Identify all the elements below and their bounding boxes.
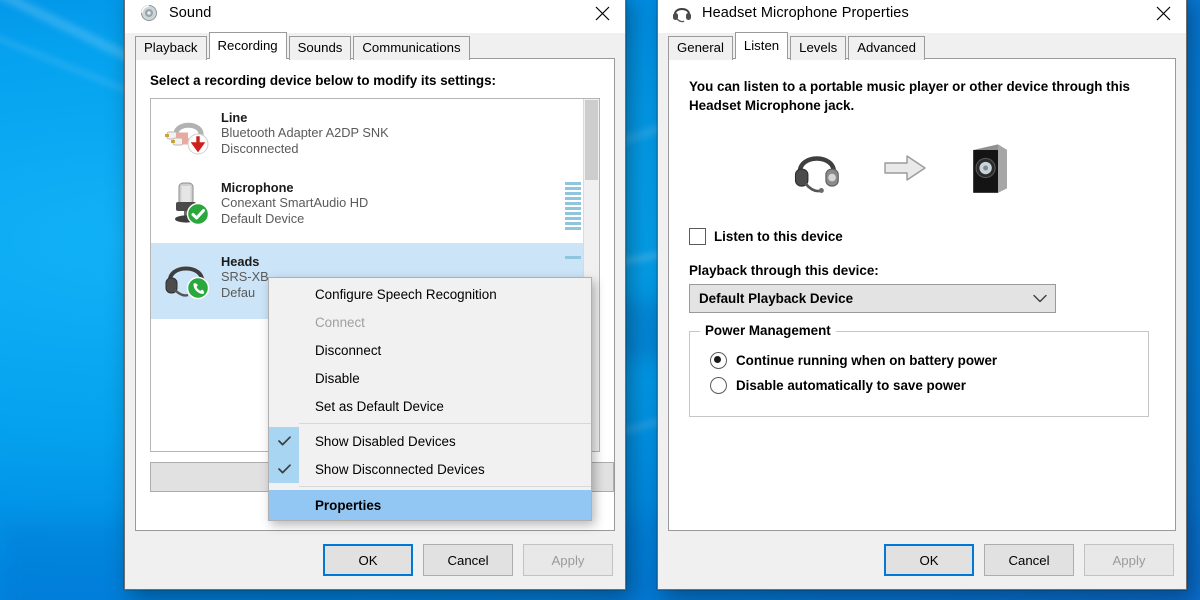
- recording-hint: Select a recording device below to modif…: [136, 59, 614, 98]
- sound-dialog-tabstrip: Playback Recording Sounds Communications: [125, 33, 625, 59]
- menu-item-disconnect[interactable]: Disconnect: [269, 336, 591, 364]
- device-status: Default Device: [221, 211, 565, 227]
- listen-flow-diagram: [689, 141, 1155, 200]
- tab-general[interactable]: General: [668, 36, 733, 60]
- properties-dialog-footer: OK Cancel Apply: [658, 531, 1186, 589]
- ok-button[interactable]: OK: [323, 544, 413, 576]
- menu-item-label: Disable: [299, 371, 360, 386]
- chevron-down-icon: [1033, 291, 1047, 306]
- headset-icon: [671, 2, 693, 24]
- level-meter: [565, 178, 581, 230]
- menu-item-disable[interactable]: Disable: [269, 364, 591, 392]
- cancel-button[interactable]: Cancel: [984, 544, 1074, 576]
- listen-to-this-device-row[interactable]: Listen to this device: [689, 228, 1155, 245]
- tab-playback[interactable]: Playback: [135, 36, 207, 60]
- level-meter: [565, 252, 581, 259]
- menu-item-properties[interactable]: Properties: [269, 490, 591, 520]
- check-icon: [269, 427, 299, 455]
- menu-item-label: Disconnect: [299, 343, 381, 358]
- device-name: Microphone: [221, 180, 565, 195]
- headset-microphone-properties-dialog: Headset Microphone Properties General Li…: [657, 0, 1187, 590]
- speaker-icon: [965, 141, 1013, 200]
- tab-recording[interactable]: Recording: [209, 32, 287, 59]
- power-management-title: Power Management: [700, 323, 836, 338]
- list-item[interactable]: Microphone Conexant SmartAudio HD Defaul…: [151, 169, 599, 243]
- menu-check-slot: [269, 491, 299, 519]
- menu-check-slot: [269, 364, 299, 392]
- menu-check-slot: [269, 336, 299, 364]
- list-item-text: Microphone Conexant SmartAudio HD Defaul…: [221, 178, 565, 226]
- scrollbar-thumb[interactable]: [585, 100, 598, 180]
- playback-device-select[interactable]: Default Playback Device: [689, 284, 1056, 313]
- power-option-continue-running-label: Continue running when on battery power: [736, 353, 997, 368]
- close-icon[interactable]: [579, 0, 625, 33]
- menu-separator: [299, 486, 591, 487]
- power-option-continue-running-row[interactable]: Continue running when on battery power: [710, 352, 1134, 369]
- device-name: Line: [221, 110, 565, 125]
- headset-icon: [791, 141, 845, 200]
- level-meter: [565, 108, 581, 112]
- properties-dialog-tabstrip: General Listen Levels Advanced: [658, 33, 1186, 59]
- sound-dialog-titlebar: Sound: [125, 0, 625, 33]
- tab-levels[interactable]: Levels: [790, 36, 846, 60]
- cancel-button[interactable]: Cancel: [423, 544, 513, 576]
- sound-dialog-title: Sound: [169, 5, 211, 21]
- properties-dialog-title: Headset Microphone Properties: [702, 5, 909, 21]
- check-icon: [269, 455, 299, 483]
- rca-cable-icon: [163, 108, 211, 156]
- menu-item-show-disabled-devices[interactable]: Show Disabled Devices: [269, 427, 591, 455]
- device-status: Disconnected: [221, 141, 565, 157]
- power-management-group: Power Management Continue running when o…: [689, 331, 1149, 417]
- playback-device-value: Default Playback Device: [699, 291, 853, 306]
- menu-item-label: Show Disabled Devices: [299, 434, 456, 449]
- power-option-disable-automatically-radio[interactable]: [710, 377, 727, 394]
- menu-item-label: Properties: [299, 498, 381, 513]
- listen-to-this-device-checkbox[interactable]: [689, 228, 706, 245]
- apply-button: Apply: [523, 544, 613, 576]
- power-option-disable-automatically-row[interactable]: Disable automatically to save power: [710, 377, 1134, 394]
- power-option-disable-automatically-label: Disable automatically to save power: [736, 378, 966, 393]
- list-item-text: Line Bluetooth Adapter A2DP SNK Disconne…: [221, 108, 565, 156]
- menu-item-label: Connect: [299, 315, 365, 330]
- sound-dialog-footer: OK Cancel Apply: [125, 531, 625, 589]
- menu-item-show-disconnected-devices[interactable]: Show Disconnected Devices: [269, 455, 591, 483]
- menu-check-slot: [269, 308, 299, 336]
- tab-listen[interactable]: Listen: [735, 32, 788, 59]
- menu-separator: [299, 423, 591, 424]
- listen-panel-content: You can listen to a portable music playe…: [669, 59, 1175, 417]
- menu-check-slot: [269, 280, 299, 308]
- device-context-menu[interactable]: Configure Speech Recognition Connect Dis…: [268, 277, 592, 521]
- listen-description: You can listen to a portable music playe…: [689, 77, 1134, 115]
- listen-to-this-device-label: Listen to this device: [714, 229, 843, 244]
- arrow-right-icon: [883, 153, 927, 188]
- menu-item-set-as-default-device[interactable]: Set as Default Device: [269, 392, 591, 420]
- close-icon[interactable]: [1140, 0, 1186, 33]
- microphone-icon: [163, 178, 211, 226]
- device-name: Heads: [221, 254, 565, 269]
- listen-tab-panel: You can listen to a portable music playe…: [668, 58, 1176, 531]
- list-item[interactable]: Line Bluetooth Adapter A2DP SNK Disconne…: [151, 99, 599, 169]
- tab-advanced[interactable]: Advanced: [848, 36, 925, 60]
- menu-item-label: Configure Speech Recognition: [299, 287, 497, 302]
- power-option-continue-running-radio[interactable]: [710, 352, 727, 369]
- tab-sounds[interactable]: Sounds: [289, 36, 352, 60]
- device-description: Conexant SmartAudio HD: [221, 195, 565, 211]
- device-description: Bluetooth Adapter A2DP SNK: [221, 125, 565, 141]
- menu-check-slot: [269, 392, 299, 420]
- menu-item-label: Set as Default Device: [299, 399, 444, 414]
- menu-item-label: Show Disconnected Devices: [299, 462, 485, 477]
- speaker-icon: [138, 2, 160, 24]
- tab-communications[interactable]: Communications: [353, 36, 469, 60]
- headset-icon: [163, 252, 211, 300]
- ok-button[interactable]: OK: [884, 544, 974, 576]
- properties-dialog-titlebar: Headset Microphone Properties: [658, 0, 1186, 33]
- playback-through-device-label: Playback through this device:: [689, 263, 1155, 278]
- apply-button: Apply: [1084, 544, 1174, 576]
- menu-item-connect: Connect: [269, 308, 591, 336]
- menu-item-configure-speech-recognition[interactable]: Configure Speech Recognition: [269, 280, 591, 308]
